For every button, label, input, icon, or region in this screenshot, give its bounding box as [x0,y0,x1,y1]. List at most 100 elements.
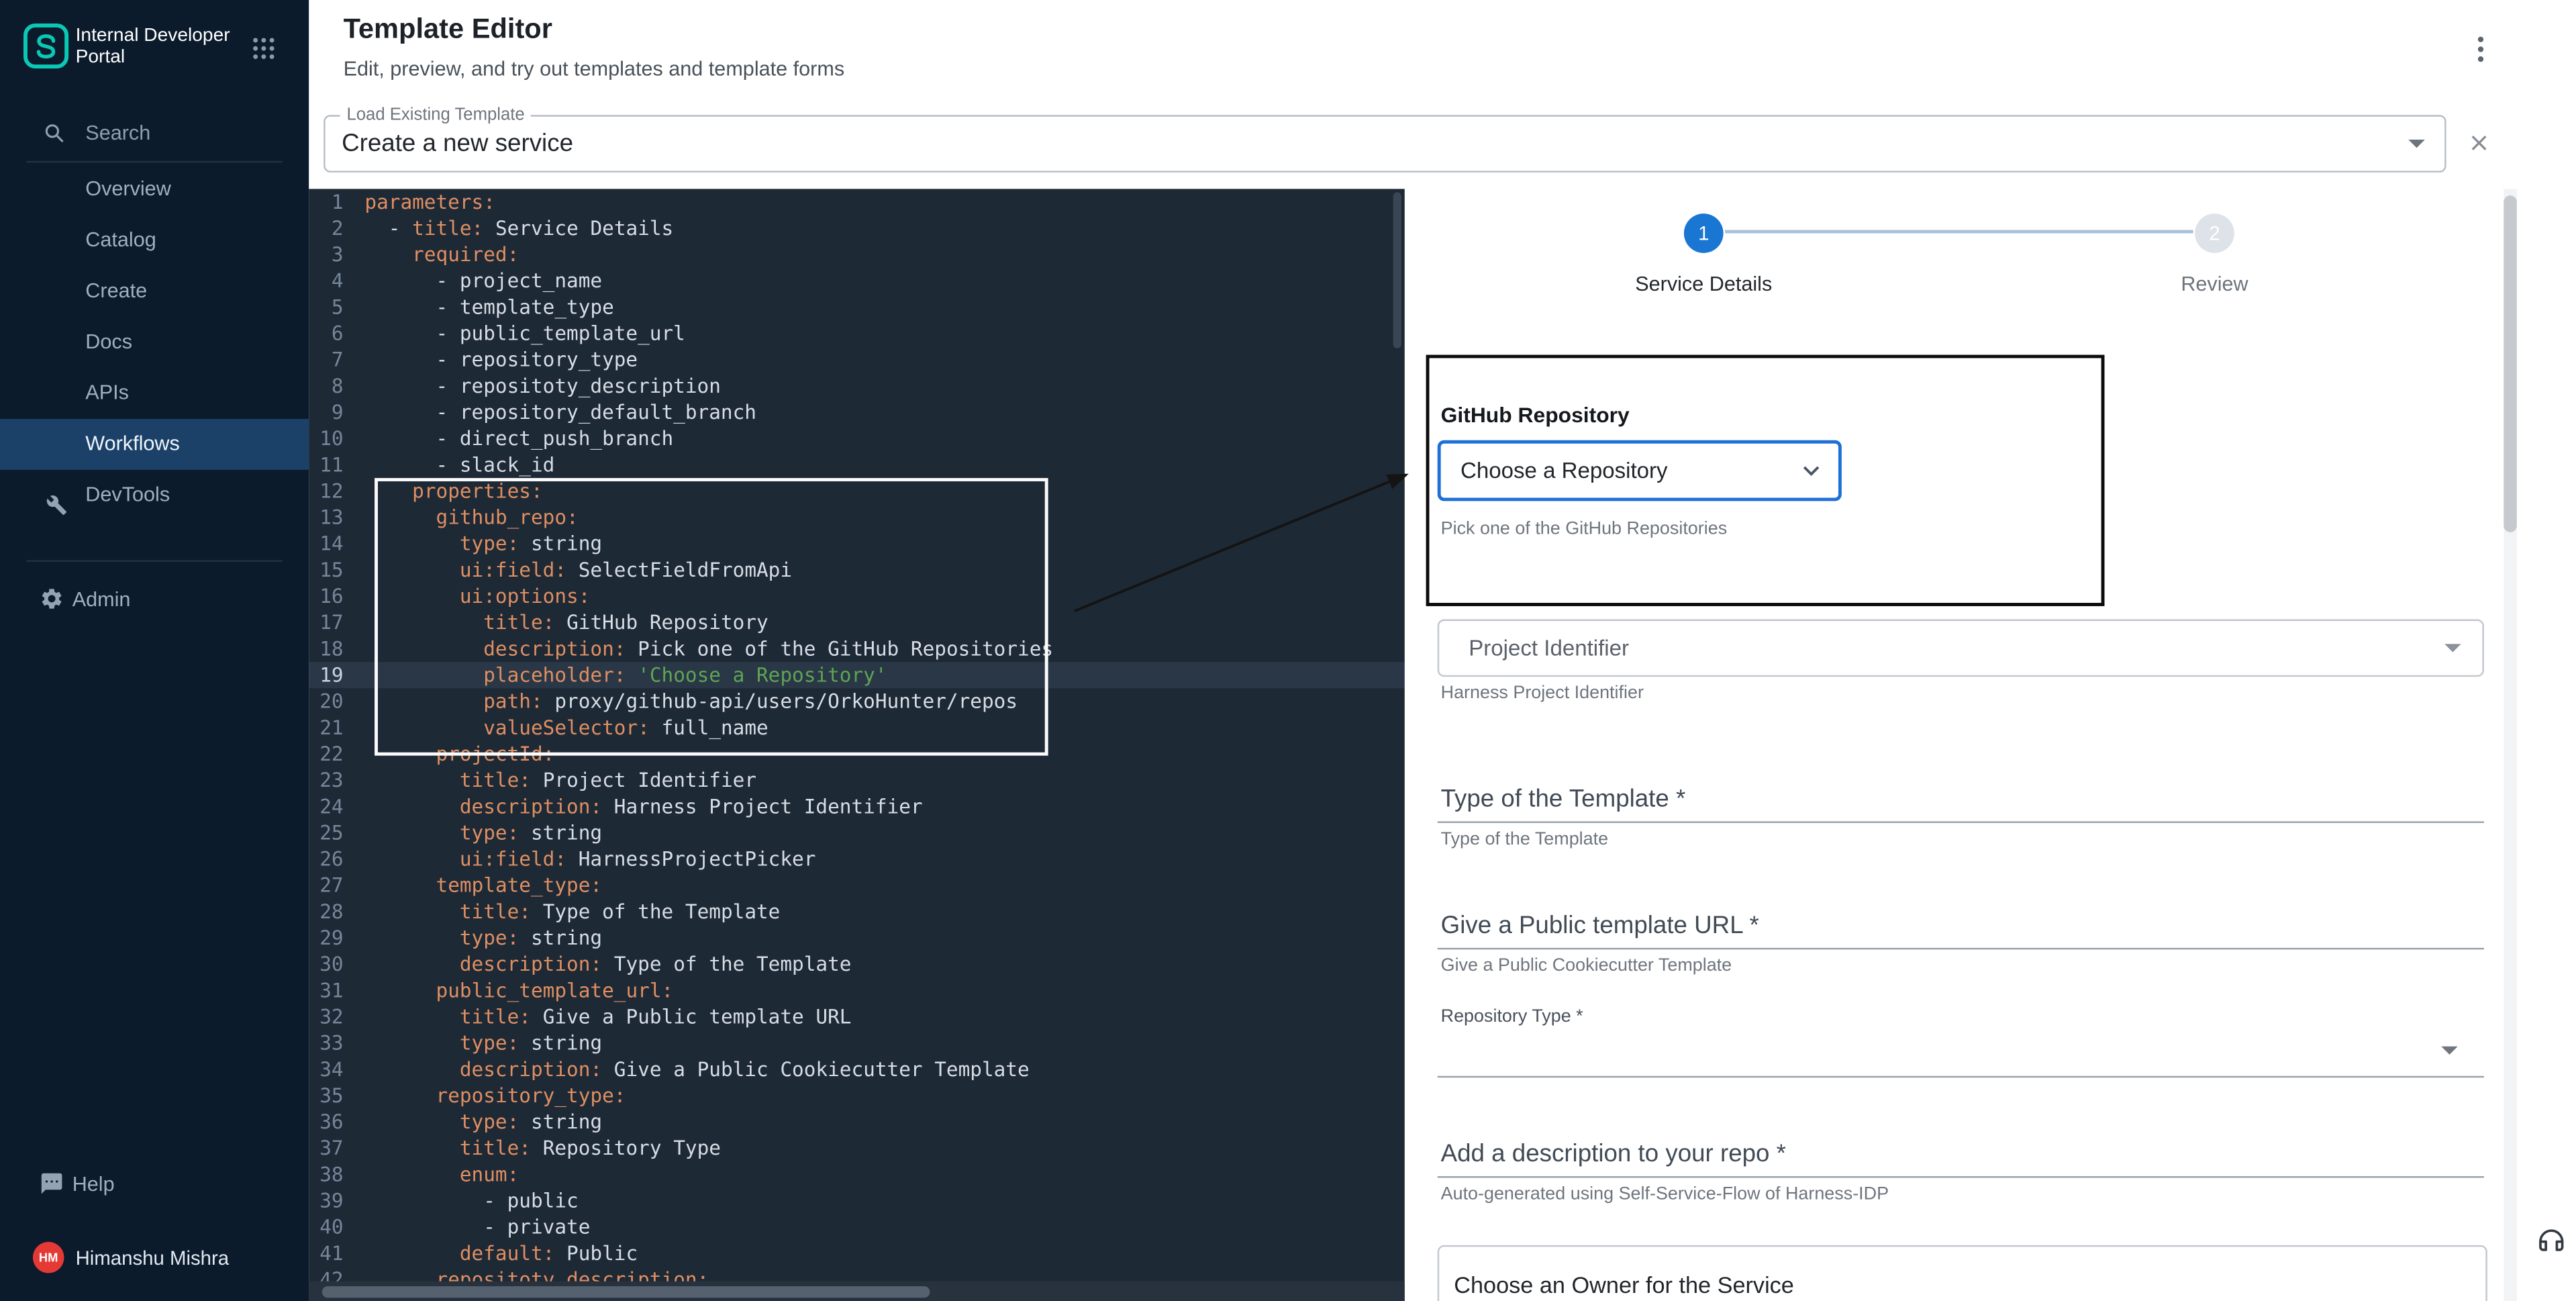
template-type-input[interactable]: Type of the Template * [1438,779,2484,823]
code-line[interactable]: 7 - repository_type [309,346,1405,373]
code-editor[interactable]: 1parameters:2 - title: Service Details3 … [309,189,1405,1301]
chevron-down-icon [1797,456,1826,493]
input-underline [1438,822,2484,823]
code-line[interactable]: 13 github_repo: [309,504,1405,530]
editor-vertical-scrollbar[interactable] [1393,192,1401,348]
sidebar-item-create[interactable]: Create [0,266,309,317]
code-line[interactable]: 24 description: Harness Project Identifi… [309,793,1405,820]
line-number: 41 [309,1240,343,1266]
line-number: 25 [309,820,343,846]
apps-grid-icon[interactable] [251,36,276,69]
template-type-label: Type of the Template * [1441,785,1686,814]
line-number: 17 [309,610,343,636]
line-number: 15 [309,557,343,583]
code-line[interactable]: 5 - template_type [309,294,1405,320]
code-line[interactable]: 19 placeholder: 'Choose a Repository' [309,662,1405,688]
code-line[interactable]: 39 - public [309,1188,1405,1214]
code-line[interactable]: 6 - public_template_url [309,320,1405,346]
line-number: 22 [309,741,343,767]
code-line[interactable]: 35 repository_type: [309,1083,1405,1109]
sidebar-item-catalog[interactable]: Catalog [0,215,309,267]
project-identifier-select[interactable]: Project Identifier [1438,620,2484,677]
repo-description-helper: Auto-generated using Self-Service-Flow o… [1441,1184,1889,1204]
code-line[interactable]: 21 valueSelector: full_name [309,714,1405,740]
code-line[interactable]: 36 type: string [309,1109,1405,1135]
sidebar-item-label: Catalog [85,228,156,251]
code-line[interactable]: 23 title: Project Identifier [309,767,1405,793]
code-line[interactable]: 9 - repository_default_branch [309,399,1405,426]
search-label: Search [85,122,150,144]
line-number: 8 [309,373,343,399]
sidebar-user[interactable]: HM Himanshu Mishra [0,1234,309,1283]
code-line[interactable]: 22 projectId: [309,741,1405,767]
code-line[interactable]: 16 ui:options: [309,583,1405,610]
page-title: Template Editor [344,13,552,46]
wrench-icon [46,485,68,536]
code-line[interactable]: 20 path: proxy/github-api/users/OrkoHunt… [309,688,1405,714]
code-line[interactable]: 31 public_template_url: [309,977,1405,1004]
user-name: Himanshu Mishra [76,1247,230,1269]
owner-group-label: Choose an Owner for the Service [1454,1271,1794,1298]
line-number: 1 [309,189,343,215]
code-line[interactable]: 4 - project_name [309,268,1405,294]
sidebar-item-label: Overview [85,177,171,200]
code-line[interactable]: 37 title: Repository Type [309,1135,1405,1161]
sidebar-item-apis[interactable]: APIs [0,368,309,419]
repository-type-select[interactable]: Repository Type * [1438,1002,2484,1078]
repo-description-input[interactable]: Add a description to your repo * [1438,1133,2484,1177]
code-line[interactable]: 12 properties: [309,478,1405,504]
kebab-menu-button[interactable] [2467,34,2493,72]
template-editor-page: Internal Developer Portal Search Overvie… [0,0,2576,1301]
editor-horizontal-scrollbar[interactable] [309,1282,1405,1301]
code-line[interactable]: 34 description: Give a Public Cookiecutt… [309,1056,1405,1082]
sidebar-item-devtools[interactable]: DevTools [0,470,309,521]
line-number: 14 [309,530,343,557]
sidebar-item-admin[interactable]: Admin [0,575,309,624]
code-line[interactable]: 33 type: string [309,1030,1405,1056]
support-headset-icon[interactable] [2535,1224,2568,1265]
github-repo-helper: Pick one of the GitHub Repositories [1441,519,1728,538]
code-line[interactable]: 28 title: Type of the Template [309,899,1405,925]
code-line[interactable]: 25 type: string [309,820,1405,846]
code-line[interactable]: 15 ui:field: SelectFieldFromApi [309,557,1405,583]
code-line[interactable]: 32 title: Give a Public template URL [309,1004,1405,1030]
code-line[interactable]: 27 template_type: [309,872,1405,898]
harness-idp-logo-icon [23,23,69,77]
code-line[interactable]: 30 description: Type of the Template [309,951,1405,977]
repo-description-label: Add a description to your repo * [1441,1140,1786,1168]
load-template-value: Create a new service [342,117,573,171]
code-line[interactable]: 11 - slack_id [309,452,1405,478]
code-line[interactable]: 41 default: Public [309,1240,1405,1266]
code-line[interactable]: 3 required: [309,242,1405,268]
public-template-url-label: Give a Public template URL * [1441,912,1759,940]
line-number: 4 [309,268,343,294]
code-line[interactable]: 18 description: Pick one of the GitHub R… [309,636,1405,662]
public-template-url-input[interactable]: Give a Public template URL * [1438,905,2484,949]
code-line[interactable]: 10 - direct_push_branch [309,426,1405,452]
input-underline [1438,1176,2484,1177]
code-line[interactable]: 17 title: GitHub Repository [309,610,1405,636]
load-template-select[interactable]: Load Existing Template Create a new serv… [324,115,2446,173]
page-scrollbar-thumb[interactable] [2504,195,2517,532]
code-line[interactable]: 1parameters: [309,189,1405,215]
sidebar-item-help[interactable]: Help [0,1160,309,1209]
page-scrollbar[interactable] [2504,189,2517,1301]
code-line[interactable]: 29 type: string [309,925,1405,951]
code-line[interactable]: 14 type: string [309,530,1405,557]
code-line[interactable]: 26 ui:field: HarnessProjectPicker [309,846,1405,872]
editor-hscroll-thumb[interactable] [322,1286,930,1297]
clear-template-button[interactable] [2466,130,2492,164]
line-number: 6 [309,320,343,346]
sidebar-item-docs[interactable]: Docs [0,317,309,368]
line-number: 35 [309,1083,343,1109]
sidebar-item-workflows[interactable]: Workflows [0,419,309,470]
sidebar-item-label: Docs [85,330,132,353]
sidebar-item-overview[interactable]: Overview [0,164,309,215]
code-line[interactable]: 2 - title: Service Details [309,215,1405,242]
sidebar-search[interactable]: Search [0,115,309,154]
code-line[interactable]: 38 enum: [309,1161,1405,1188]
line-number: 30 [309,951,343,977]
code-line[interactable]: 8 - repositoty_description [309,373,1405,399]
code-line[interactable]: 40 - private [309,1214,1405,1240]
github-repo-select[interactable]: Choose a Repository [1438,440,1842,501]
